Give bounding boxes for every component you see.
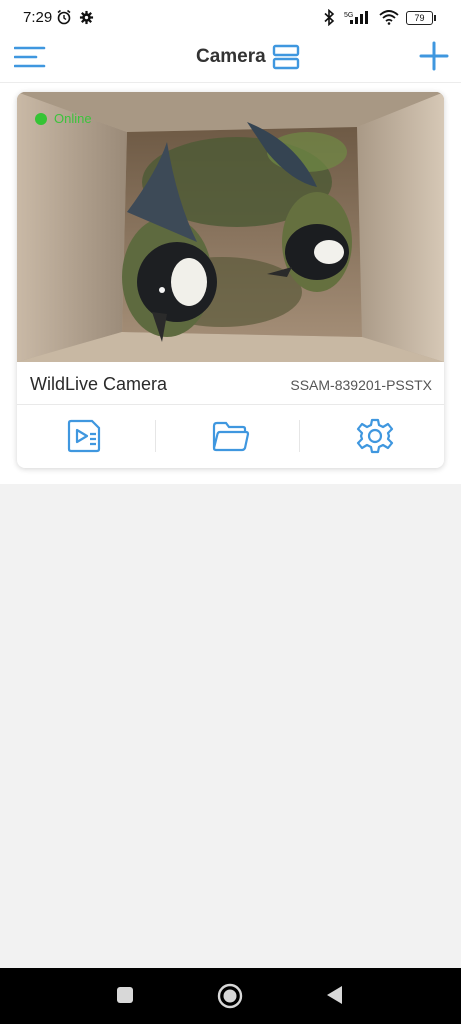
battery-indicator: 79: [406, 11, 436, 25]
bluetooth-icon: [324, 9, 335, 26]
system-nav-bar: [0, 968, 461, 1024]
alarm-icon: [57, 9, 71, 25]
wifi-icon: [379, 10, 399, 25]
layout-toggle-icon[interactable]: [272, 43, 300, 71]
camera-card[interactable]: Online WildLive Camera SSAM-839201-PSSTX: [17, 92, 444, 468]
square-icon[interactable]: [116, 986, 134, 1004]
circle-icon[interactable]: [217, 983, 243, 1009]
action-separator: [155, 420, 156, 452]
app-header: Camera: [0, 36, 461, 83]
status-time: 7:29: [23, 9, 53, 26]
settings-gear-icon: [79, 10, 94, 25]
online-status-label: Online: [54, 111, 92, 126]
online-status: Online: [35, 111, 92, 126]
camera-name: WildLive Camera: [30, 374, 168, 394]
camera-action-bar: [17, 405, 444, 468]
page-title: Camera: [196, 46, 266, 67]
folder-icon[interactable]: [211, 418, 251, 454]
add-camera-icon[interactable]: [419, 41, 449, 71]
menu-icon[interactable]: [14, 43, 46, 71]
status-bar: 7:29 5G 79: [0, 0, 461, 36]
signal-icon: [350, 11, 368, 24]
video-list-icon[interactable]: [66, 418, 106, 454]
action-separator: [299, 420, 300, 452]
gear-icon[interactable]: [355, 418, 395, 454]
camera-id: SSAM-839201-PSSTX: [290, 377, 432, 393]
online-status-dot: [35, 112, 47, 125]
triangle-back-icon[interactable]: [325, 985, 345, 1005]
top-area: 7:29 5G 79 Camera Online WildLive Camera…: [0, 0, 461, 484]
camera-preview-image[interactable]: [17, 92, 444, 362]
